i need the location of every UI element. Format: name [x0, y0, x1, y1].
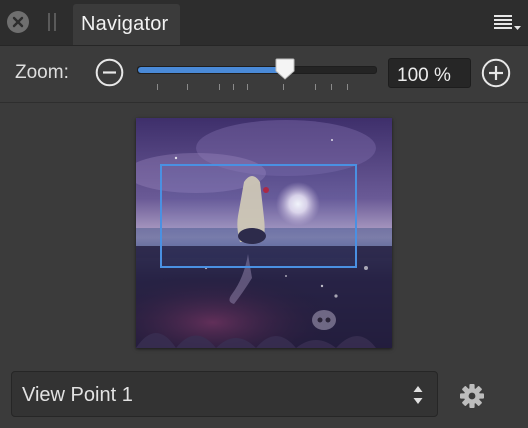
minus-circle-icon — [95, 58, 124, 87]
panel-menu-button[interactable] — [494, 12, 522, 34]
zoom-label: Zoom: — [15, 62, 69, 83]
slider-thumb[interactable] — [275, 58, 295, 80]
tab-navigator[interactable]: Navigator — [73, 4, 180, 45]
panel-header: Navigator — [0, 0, 528, 46]
zoom-in-button[interactable] — [481, 58, 511, 88]
zoom-row: Zoom: — [0, 46, 528, 103]
close-icon — [12, 16, 24, 28]
zoom-out-button[interactable] — [95, 58, 124, 87]
up-down-arrows-icon — [413, 386, 423, 404]
zoom-slider[interactable] — [135, 54, 379, 94]
document-preview[interactable] — [136, 118, 392, 348]
viewpoint-dropdown[interactable]: View Point 1 — [11, 371, 438, 417]
slider-track[interactable] — [137, 66, 377, 74]
zoom-percent-field[interactable] — [388, 58, 471, 88]
tab-label: Navigator — [81, 13, 169, 35]
gear-icon — [460, 384, 484, 408]
close-button[interactable] — [7, 11, 29, 33]
drag-grip-icon[interactable] — [48, 13, 56, 31]
viewport-frame[interactable] — [160, 164, 357, 268]
navigator-panel: Navigator Zoom: 100 % View Point 1 — [0, 0, 528, 428]
viewpoint-selected-label: View Point 1 — [22, 384, 133, 406]
plus-circle-icon — [481, 58, 511, 88]
viewpoint-settings-button[interactable] — [459, 383, 485, 409]
panel-menu-icon — [494, 15, 521, 30]
slider-fill — [138, 67, 286, 73]
